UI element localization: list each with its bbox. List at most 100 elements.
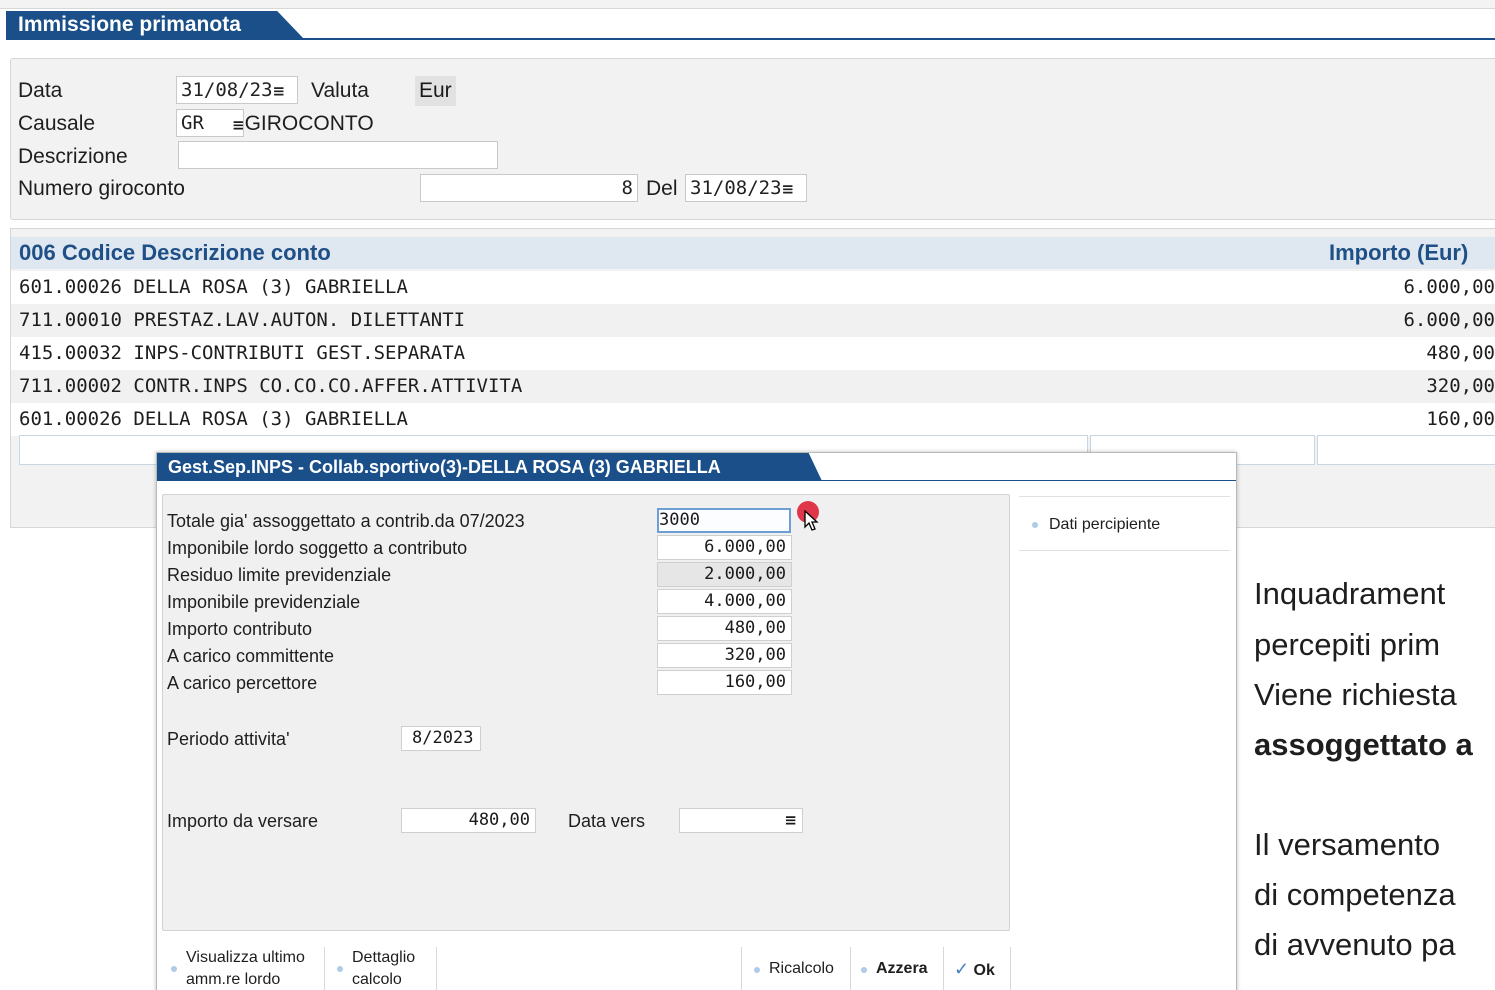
dialog-title-underline — [157, 480, 1236, 481]
table-row[interactable]: 711.00010 PRESTAZ.LAV.AUTON. DILETTANTI 6… — [11, 304, 1495, 337]
row-amount: 160,00 — [1426, 408, 1495, 430]
row-account: 601.00026 DELLA ROSA (3) GABRIELLA — [19, 408, 408, 430]
data-field[interactable]: 31/08/23≡ — [176, 76, 298, 104]
window-top-strip — [0, 0, 1495, 9]
row-account: 711.00010 PRESTAZ.LAV.AUTON. DILETTANTI — [19, 309, 466, 331]
row-account: 711.00002 CONTR.INPS CO.CO.CO.AFFER.ATTI… — [19, 375, 523, 397]
check-icon: ✓ — [954, 959, 970, 979]
numero-giroconto-input[interactable]: 8 — [420, 174, 638, 202]
table-row[interactable]: 601.00026 DELLA ROSA (3) GABRIELLA 160,00 — [11, 403, 1495, 436]
visualizza-line2: amm.re lordo — [186, 971, 281, 988]
visualizza-line1: Visualizza ultimo — [186, 949, 305, 966]
carico-percettore-label: A carico percettore — [167, 673, 318, 693]
row-amount: 320,00 — [1426, 375, 1495, 397]
button-separator — [1010, 947, 1011, 990]
grid-header: 006 Codice Descrizione conto Importo (Eu… — [11, 237, 1495, 269]
importo-versare-value[interactable]: 480,00 — [401, 808, 536, 833]
table-row[interactable]: 601.00026 DELLA ROSA (3) GABRIELLA 6.000,… — [11, 271, 1495, 304]
note-line-3: Viene richiesta — [1254, 677, 1457, 712]
bullet-icon — [861, 967, 867, 973]
data-vers-field[interactable]: ≡ — [679, 808, 803, 833]
button-separator — [943, 947, 944, 990]
window-title: Immissione primanota — [6, 11, 304, 39]
row-amount: 480,00 — [1426, 342, 1495, 364]
calendar-icon[interactable]: ≡ — [782, 180, 795, 198]
dialog-title: Gest.Sep.INPS - Collab.sportivo(3)-DELLA… — [157, 453, 822, 481]
imponibile-lordo-value[interactable]: 6.000,00 — [657, 535, 792, 560]
bullet-icon — [754, 967, 760, 973]
residuo-limite-label: Residuo limite previdenziale — [167, 565, 392, 585]
dati-percipiente-button[interactable]: Dati percipiente — [1019, 496, 1230, 551]
descrizione-input[interactable] — [178, 141, 498, 169]
causale-label: Causale — [18, 112, 96, 135]
importo-contributo-label: Importo contributo — [167, 619, 313, 639]
carico-committente-value[interactable]: 320,00 — [657, 643, 792, 668]
note-line-2: percepiti prim — [1254, 627, 1441, 662]
inps-dialog: Gest.Sep.INPS - Collab.sportivo(3)-DELLA… — [156, 452, 1237, 990]
note-line-6: di competenza — [1254, 877, 1456, 912]
button-separator — [436, 947, 437, 990]
importo-contributo-value[interactable]: 480,00 — [657, 616, 792, 641]
note-line-7: di avvenuto pa — [1254, 927, 1456, 962]
row-account: 601.00026 DELLA ROSA (3) GABRIELLA — [19, 276, 408, 298]
row-amount: 6.000,00 — [1403, 309, 1495, 331]
data-vers-label: Data vers — [568, 811, 646, 831]
title-underline — [6, 38, 1495, 40]
button-separator — [741, 947, 742, 990]
bullet-icon — [171, 966, 177, 972]
dettaglio-calcolo-button[interactable]: Dettaglio calcolo — [337, 947, 415, 990]
del-date-field[interactable]: 31/08/23≡ — [685, 174, 807, 202]
periodo-attivita-label: Periodo attivita' — [167, 729, 290, 749]
causale-desc-text: GIROCONTO — [244, 112, 374, 135]
numero-giroconto-label: Numero giroconto — [18, 177, 185, 200]
mouse-cursor-icon — [804, 510, 819, 531]
grid-header-account: 006 Codice Descrizione conto — [19, 240, 331, 265]
note-line-5: Il versamento — [1254, 827, 1441, 862]
ok-label: Ok — [973, 962, 995, 979]
descrizione-label: Descrizione — [18, 145, 128, 168]
data-value: 31/08/23 — [181, 79, 273, 101]
table-row[interactable]: 415.00032 INPS-CONTRIBUTI GEST.SEPARATA 4… — [11, 337, 1495, 370]
azzera-label: Azzera — [876, 960, 928, 977]
ok-button[interactable]: ✓ Ok — [954, 958, 995, 982]
row-account: 415.00032 INPS-CONTRIBUTI GEST.SEPARATA — [19, 342, 466, 364]
data-label: Data — [18, 79, 63, 102]
new-row-avere-input[interactable] — [1317, 435, 1495, 465]
causale-description: ≡GIROCONTO — [232, 112, 374, 136]
periodo-year: 2023 — [432, 728, 474, 748]
ricalcolo-button[interactable]: Ricalcolo — [754, 958, 834, 980]
del-date-value: 31/08/23 — [690, 177, 782, 199]
bullet-icon — [1032, 522, 1038, 528]
azzera-button[interactable]: Azzera — [861, 958, 928, 980]
lookup-icon[interactable]: ≡ — [232, 116, 245, 134]
imponibile-lordo-label: Imponibile lordo soggetto a contributo — [167, 538, 468, 558]
note-line-1: Inquadrament — [1254, 576, 1446, 611]
calendar-icon[interactable]: ≡ — [273, 82, 286, 100]
causale-code: GR — [181, 112, 204, 134]
dettaglio-line2: calcolo — [352, 971, 402, 988]
periodo-month: 8 — [412, 728, 423, 748]
totale-assoggettato-input[interactable]: 3000 — [657, 508, 791, 533]
dati-percipiente-label: Dati percipiente — [1049, 516, 1161, 533]
grid-header-amount: Importo (Eur) — [1329, 240, 1469, 265]
dettaglio-line1: Dettaglio — [352, 949, 416, 966]
totale-assoggettato-label: Totale gia' assoggettato a contrib.da 07… — [167, 511, 525, 531]
button-separator — [850, 947, 851, 990]
bullet-icon — [337, 966, 343, 972]
ricalcolo-label: Ricalcolo — [769, 960, 834, 977]
button-separator — [324, 947, 325, 990]
residuo-limite-value: 2.000,00 — [657, 562, 792, 587]
visualizza-ultimo-button[interactable]: Visualizza ultimo amm.re lordo — [171, 947, 305, 990]
table-row[interactable]: 711.00002 CONTR.INPS CO.CO.CO.AFFER.ATTI… — [11, 370, 1495, 403]
periodo-attivita-field[interactable]: 8/2023 — [401, 726, 481, 751]
row-amount: 6.000,00 — [1403, 276, 1495, 298]
imponibile-previdenziale-label: Imponibile previdenziale — [167, 592, 361, 612]
note-line-4: assoggettato a — [1254, 727, 1473, 762]
valuta-label: Valuta — [311, 79, 369, 102]
valuta-value: Eur — [415, 76, 456, 106]
imponibile-previdenziale-value[interactable]: 4.000,00 — [657, 589, 792, 614]
del-label: Del — [646, 177, 678, 200]
carico-percettore-value[interactable]: 160,00 — [657, 670, 792, 695]
carico-committente-label: A carico committente — [167, 646, 335, 666]
calendar-icon[interactable]: ≡ — [784, 811, 797, 829]
